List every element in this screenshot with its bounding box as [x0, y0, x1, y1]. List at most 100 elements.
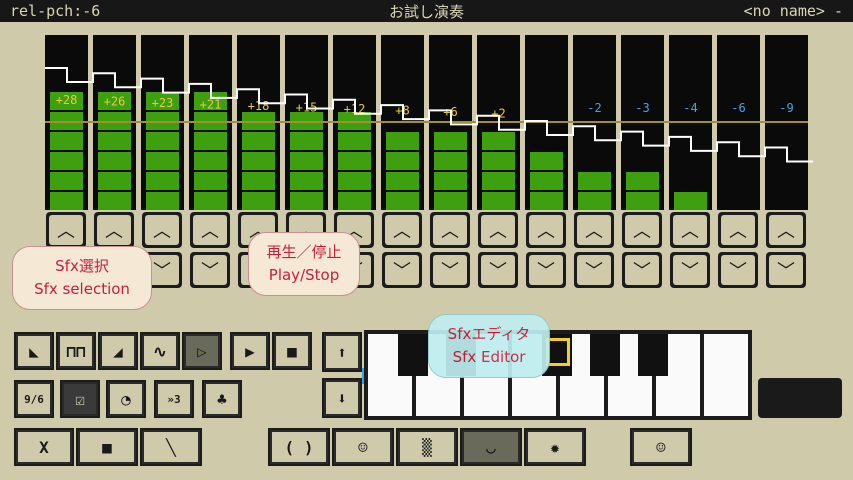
callout-sfx-editor-jp: Sfxエディタ — [447, 325, 531, 343]
pitch-bar-segment — [434, 152, 467, 170]
pitch-down-button[interactable]: ﹀ — [526, 252, 566, 288]
pitch-up-button[interactable]: ︿ — [622, 212, 662, 248]
pitch-down-button[interactable]: ﹀ — [574, 252, 614, 288]
sfx-icon: ◡ — [462, 430, 520, 464]
pitch-bar-segment — [50, 132, 83, 150]
pitch-down-button[interactable]: ﹀ — [670, 252, 710, 288]
speed-button[interactable]: »3 — [154, 380, 194, 418]
sawtooth-wave-icon: ◣ — [16, 334, 52, 368]
music-icon: ✹ — [526, 430, 584, 464]
pitch-bar-segment — [386, 192, 419, 210]
square-wave-button[interactable]: ⊓⊓ — [56, 332, 96, 370]
run-icon: ☺ — [632, 430, 690, 464]
pitch-up-button[interactable]: ︿ — [94, 212, 134, 248]
pitch-bar-segment — [290, 152, 323, 170]
pitch-up-button[interactable]: ︿ — [46, 212, 86, 248]
callout-sfx-editor-en: Sfx Editor — [452, 348, 526, 366]
chevron-up-icon: ︿ — [49, 215, 83, 245]
pitch-bar-segment — [146, 192, 179, 210]
chevron-up-icon: ︿ — [721, 215, 755, 245]
pitch-bar-segment — [578, 172, 611, 190]
chevron-up-icon: ︿ — [625, 215, 659, 245]
pitch-up-button[interactable]: ︿ — [718, 212, 758, 248]
pitch-bar-segment — [338, 172, 371, 190]
pitch-down-button[interactable]: ﹀ — [190, 252, 230, 288]
file-button[interactable]: ■ — [76, 428, 138, 466]
pitch-bar-segment — [386, 132, 419, 150]
chevron-down-icon: ﹀ — [481, 255, 515, 285]
pitch-bar-segment — [290, 132, 323, 150]
pitch-bar-segment — [626, 172, 659, 190]
pitch-bar-segment — [242, 192, 275, 210]
tab-sprite[interactable]: ☺ — [332, 428, 394, 466]
pitch-value-label: -4 — [683, 101, 697, 115]
clock-icon: ◔ — [108, 382, 144, 416]
callout-sfx-selection: Sfx選択 Sfx selection — [12, 246, 152, 310]
triangle-wave-button[interactable]: ▷ — [182, 332, 222, 370]
pitch-up-button[interactable]: ︿ — [382, 212, 422, 248]
pitch-bar-segment — [98, 192, 131, 210]
pitch-bar-segment — [242, 172, 275, 190]
pitch-down-button[interactable]: ﹀ — [382, 252, 422, 288]
instrument-button[interactable]: ♣ — [202, 380, 242, 418]
octave-down-button[interactable]: ⬇ — [322, 378, 362, 418]
pitch-up-button[interactable]: ︿ — [670, 212, 710, 248]
pitch-down-button[interactable]: ﹀ — [478, 252, 518, 288]
pitch-up-button[interactable]: ︿ — [478, 212, 518, 248]
pitch-up-button[interactable]: ︿ — [526, 212, 566, 248]
black-key[interactable] — [638, 334, 668, 376]
white-key[interactable] — [704, 334, 748, 416]
pitch-bar-segment — [338, 152, 371, 170]
pitch-up-button[interactable]: ︿ — [190, 212, 230, 248]
pitch-bar-segment — [530, 172, 563, 190]
pitch-down-button[interactable]: ﹀ — [766, 252, 806, 288]
chevron-down-icon: ﹀ — [577, 255, 611, 285]
tab-map[interactable]: ▒ — [396, 428, 458, 466]
sine-wave-button[interactable]: ∿ — [140, 332, 180, 370]
pitch-bars[interactable]: +28 +26 +23 +21 +18 +15 +12 +8 +6 +2 -2 -3 -4 -6 -9 — [0, 0, 853, 215]
pitch-bar-segment — [194, 152, 227, 170]
tab-sfx[interactable]: ◡ — [460, 428, 522, 466]
run-button[interactable]: ☺ — [630, 428, 692, 466]
stop-button[interactable]: ■ — [272, 332, 312, 370]
callout-sfx-selection-en: Sfx selection — [34, 280, 130, 298]
ramp-wave-button[interactable]: ◢ — [98, 332, 138, 370]
black-key[interactable] — [590, 334, 620, 376]
black-key[interactable] — [398, 334, 428, 376]
close-button[interactable]: X — [14, 428, 74, 466]
chevron-down-icon: ﹀ — [529, 255, 563, 285]
pitch-up-button[interactable]: ︿ — [766, 212, 806, 248]
pitch-bar-segment — [482, 172, 515, 190]
checkbox-button[interactable]: ☑ — [60, 380, 100, 418]
sfx-selection-button[interactable]: 9/6 — [14, 380, 54, 418]
octave-up-button[interactable]: ⬆ — [322, 332, 362, 372]
envelope-button[interactable]: ◔ — [106, 380, 146, 418]
pitch-up-button[interactable]: ︿ — [142, 212, 182, 248]
instrument-icon: ♣ — [204, 382, 240, 416]
piano-keyboard[interactable] — [364, 330, 752, 420]
tab-music[interactable]: ✹ — [524, 428, 586, 466]
callout-sfx-editor: Sfxエディタ Sfx Editor — [428, 314, 550, 378]
pitch-bar-segment — [482, 132, 515, 150]
chevron-up-icon: ︿ — [577, 215, 611, 245]
tab-code[interactable]: ( ) — [268, 428, 330, 466]
settings-button[interactable]: ╲ — [140, 428, 202, 466]
play-button[interactable]: ▶ — [230, 332, 270, 370]
callout-sfx-selection-jp: Sfx選択 — [55, 257, 109, 275]
pitch-down-button[interactable]: ﹀ — [430, 252, 470, 288]
chevron-up-icon: ︿ — [433, 215, 467, 245]
sawtooth-wave-button[interactable]: ◣ — [14, 332, 54, 370]
pitch-up-button[interactable]: ︿ — [574, 212, 614, 248]
pitch-down-button[interactable]: ﹀ — [718, 252, 758, 288]
arrow-up-icon: ⬆ — [324, 334, 360, 370]
pitch-down-button[interactable]: ﹀ — [622, 252, 662, 288]
pitch-bar-segment — [146, 172, 179, 190]
pitch-value-label: +21 — [200, 98, 222, 112]
pitch-value-label: -6 — [731, 101, 745, 115]
pitch-value-label: +28 — [56, 93, 78, 107]
pitch-bar-segment — [98, 132, 131, 150]
callout-play-stop: 再生／停止 Play/Stop — [248, 232, 360, 296]
pitch-up-button[interactable]: ︿ — [430, 212, 470, 248]
speed-icon: »3 — [156, 382, 192, 416]
chevron-up-icon: ︿ — [481, 215, 515, 245]
